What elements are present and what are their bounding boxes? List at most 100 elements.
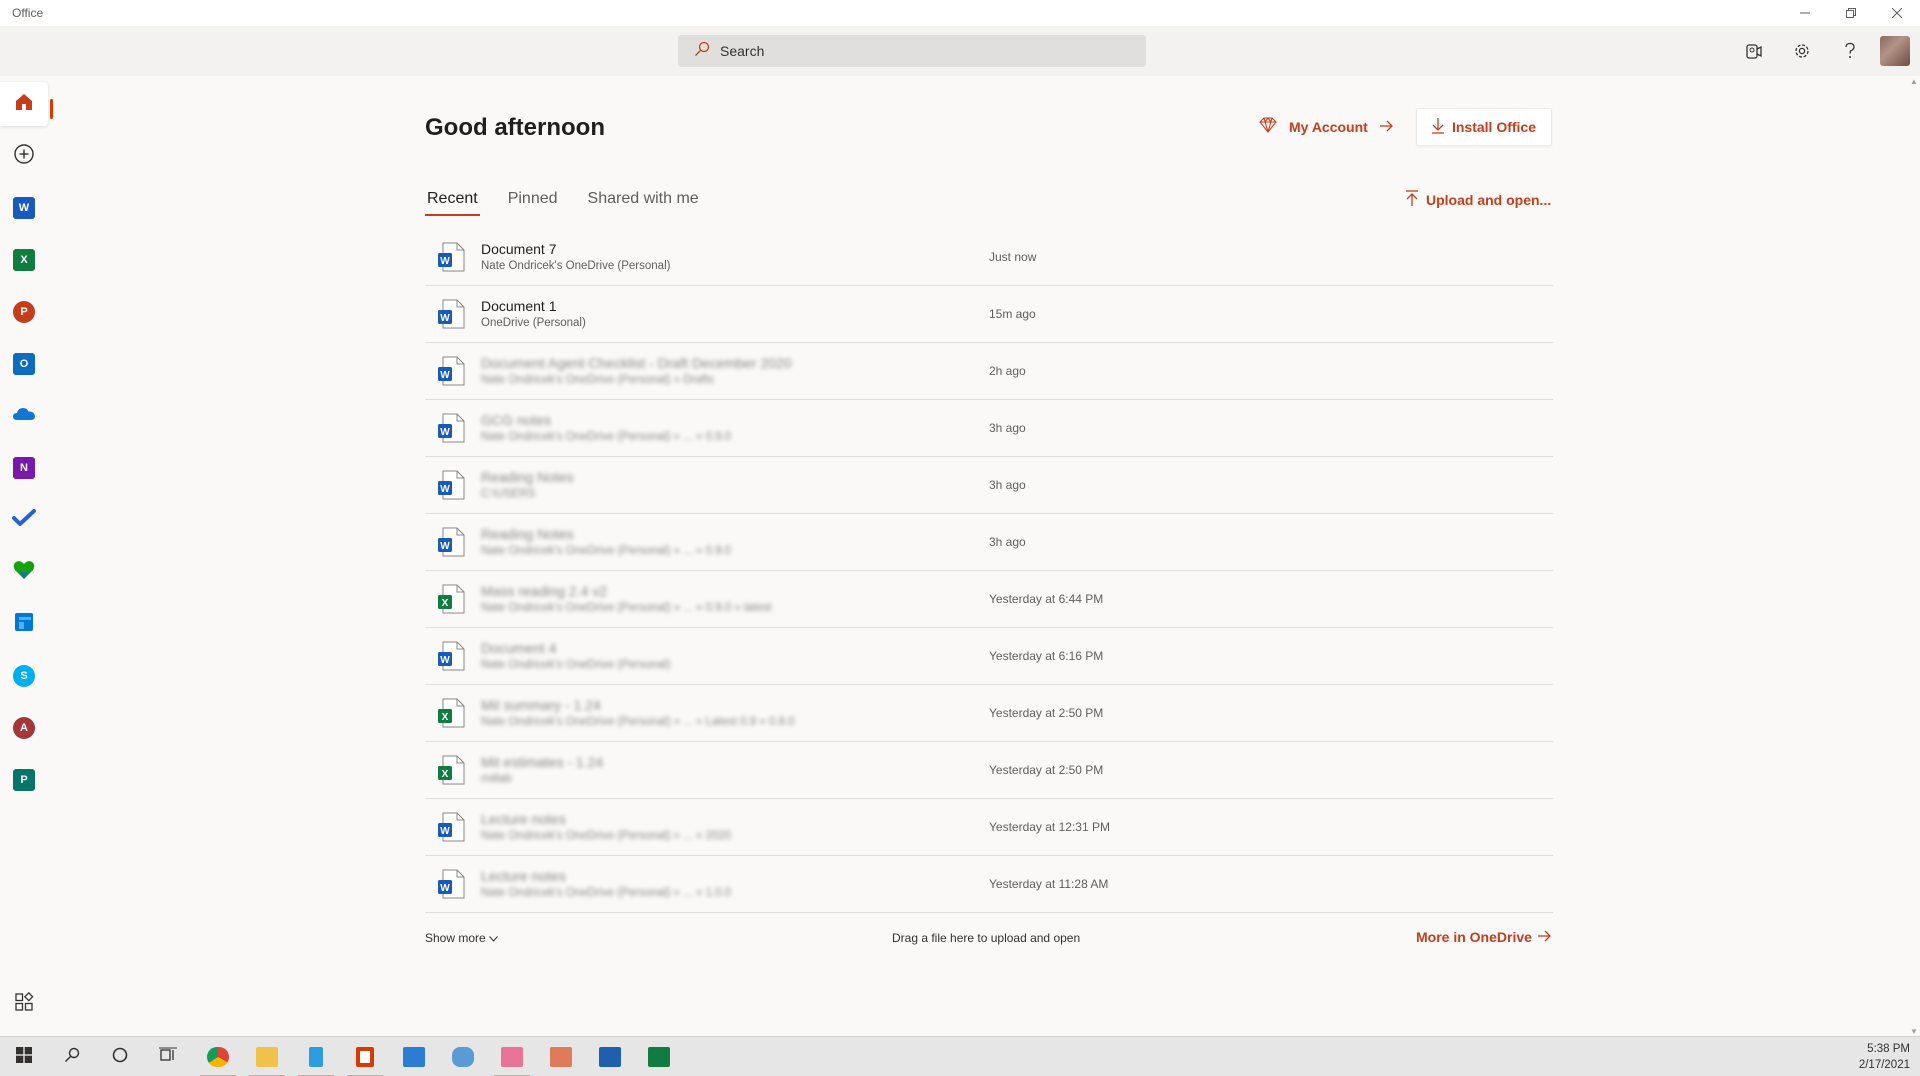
settings-gear-icon[interactable] [1778, 26, 1826, 76]
more-in-onedrive-link[interactable]: More in OneDrive [1416, 929, 1558, 945]
system-clock[interactable]: 5:38 PM 2/17/2021 [1859, 1041, 1910, 1073]
file-row[interactable]: W Reading Notes Nate Ondricek's OneDrive (… [425, 514, 1553, 571]
word-file-icon: W [437, 641, 465, 671]
rail-create[interactable] [0, 134, 48, 178]
tab-recent[interactable]: Recent [425, 188, 480, 216]
user-avatar[interactable] [1880, 36, 1910, 66]
file-location: Nate Ondricek's OneDrive (Personal) » ..… [481, 602, 772, 614]
create-new-icon [13, 143, 35, 170]
window-controls [1782, 0, 1920, 26]
scroll-up-icon[interactable]: ▲ [1910, 78, 1918, 86]
file-location: Nate Ondricek's OneDrive (Personal) » Dr… [481, 374, 714, 386]
taskbar-app-paint[interactable] [537, 1037, 585, 1076]
svg-text:X: X [442, 769, 449, 780]
scroll-down-icon[interactable]: ▼ [1910, 1028, 1918, 1036]
help-icon[interactable] [1826, 26, 1874, 76]
my-account-link[interactable]: My Account [1253, 117, 1400, 136]
minimize-icon[interactable] [1782, 0, 1828, 26]
file-row[interactable]: W Lecture notes Nate Ondricek's OneDrive (… [425, 799, 1553, 856]
cortana-button[interactable] [96, 1037, 144, 1076]
file-name: Lecture notes [481, 868, 566, 884]
upload-open-label: Upload and open... [1426, 191, 1552, 208]
file-name: Mass reading 2.4 v2 [481, 583, 608, 599]
drag-drop-hint: Drag a file here to upload and open [892, 931, 1081, 945]
taskbar-app-mail[interactable] [586, 1037, 634, 1076]
rail-powerpoint[interactable]: P [0, 290, 48, 334]
arrow-right-icon [1537, 929, 1552, 945]
file-row[interactable]: W Document Agent Checklist - Draft Decemb… [425, 343, 1553, 400]
file-location: OneDrive (Personal) [481, 317, 586, 329]
skype-icon: S [13, 665, 35, 687]
left-app-rail: W X P O N S A P [0, 76, 53, 1036]
diamond-icon [1259, 117, 1277, 136]
start-button[interactable] [0, 1037, 48, 1076]
close-icon[interactable] [1874, 0, 1920, 26]
file-row[interactable]: X Mit summary - 1.24 Nate Ondricek's OneDr… [425, 685, 1553, 742]
taskbar-app-cloud[interactable] [439, 1037, 487, 1076]
rail-access[interactable]: A [0, 706, 48, 750]
rail-whiteboard[interactable] [0, 602, 48, 646]
search-icon [64, 1047, 80, 1068]
file-location: C:\USERS [481, 488, 536, 500]
file-row[interactable]: X Mit estimates - 1.24 mitlab Yesterday at … [425, 742, 1553, 799]
rail-onenote[interactable]: N [0, 446, 48, 490]
file-row[interactable]: W Document 4 Nate Ondricek's OneDrive (Per… [425, 628, 1553, 685]
office-icon [356, 1047, 374, 1067]
taskbar-file-explorer[interactable] [243, 1037, 291, 1076]
svg-text:X: X [442, 712, 449, 723]
tab-pinned[interactable]: Pinned [506, 188, 560, 216]
svg-text:W: W [440, 883, 450, 894]
app-icon [309, 1047, 323, 1067]
search-box[interactable]: Search [678, 35, 1146, 67]
file-modified-time: Just now [989, 250, 1037, 264]
show-more-button[interactable]: Show more [425, 931, 498, 945]
rail-word[interactable]: W [0, 186, 48, 230]
taskbar-search-button[interactable] [48, 1037, 96, 1076]
rail-all-apps[interactable] [0, 982, 48, 1026]
svg-text:W: W [440, 826, 450, 837]
taskbar-chrome[interactable] [194, 1037, 242, 1076]
file-name: Mit estimates - 1.24 [481, 754, 604, 770]
rail-onedrive[interactable] [0, 394, 48, 438]
vertical-scrollbar[interactable]: ▲ ▼ [1910, 78, 1918, 1036]
file-modified-time: 2h ago [989, 364, 1026, 378]
rail-publisher[interactable]: P [0, 758, 48, 802]
file-row[interactable]: W Lecture notes Nate Ondricek's OneDrive (… [425, 856, 1553, 913]
file-name: Document 1 [481, 298, 557, 314]
rail-home[interactable] [0, 82, 53, 126]
task-view-button[interactable] [144, 1037, 192, 1076]
rail-skype[interactable]: S [0, 654, 48, 698]
download-icon [1431, 117, 1444, 137]
rail-outlook[interactable]: O [0, 342, 48, 386]
app-icon [452, 1047, 474, 1067]
rail-excel[interactable]: X [0, 238, 48, 282]
file-row[interactable]: W GCG notes Nate Ondricek's OneDrive (Pers… [425, 400, 1553, 457]
file-name: Document 4 [481, 640, 557, 656]
tab-shared[interactable]: Shared with me [586, 188, 701, 216]
more-onedrive-label: More in OneDrive [1416, 929, 1532, 945]
rail-family-safety[interactable] [0, 550, 48, 594]
taskbar-app-screen[interactable] [390, 1037, 438, 1076]
word-file-icon: W [437, 242, 465, 272]
file-row[interactable]: W Document 7 Nate Ondricek's OneDrive (Per… [425, 229, 1553, 286]
app-header: Search [0, 26, 1920, 76]
taskbar-app-blue[interactable] [292, 1037, 340, 1076]
taskbar-excel[interactable] [635, 1037, 683, 1076]
svg-text:W: W [440, 484, 450, 495]
meet-now-icon[interactable] [1730, 26, 1778, 76]
install-office-button[interactable]: Install Office [1416, 108, 1552, 146]
upload-icon [1406, 190, 1418, 209]
upload-open-link[interactable]: Upload and open... [1406, 190, 1551, 209]
svg-text:W: W [440, 427, 450, 438]
restore-icon[interactable] [1828, 0, 1874, 26]
file-row[interactable]: X Mass reading 2.4 v2 Nate Ondricek's OneD… [425, 571, 1553, 628]
file-name: Mit summary - 1.24 [481, 697, 601, 713]
rail-todo[interactable] [0, 498, 48, 542]
taskbar-office[interactable] [341, 1037, 389, 1076]
file-row[interactable]: W Reading Notes C:\USERS 3h ago [425, 457, 1553, 514]
access-icon: A [13, 717, 35, 739]
taskbar-app-pink[interactable] [488, 1037, 536, 1076]
file-location: Nate Ondricek's OneDrive (Personal) » ..… [481, 716, 795, 728]
file-row[interactable]: W Document 1 OneDrive (Personal) 15m ago [425, 286, 1553, 343]
excel-file-icon: X [437, 755, 465, 785]
